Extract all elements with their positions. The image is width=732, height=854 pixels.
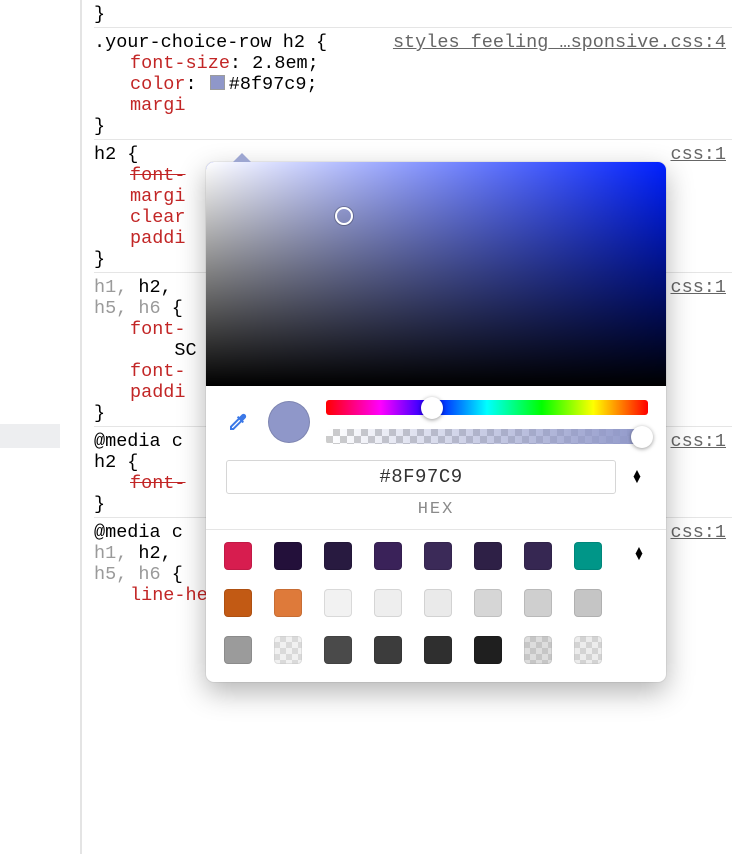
palette-swatch[interactable]	[324, 636, 352, 664]
palette-swatch[interactable]	[424, 636, 452, 664]
css-declaration[interactable]: margi	[94, 95, 732, 116]
palette-swatch[interactable]	[574, 589, 602, 617]
palette-section: ▲▼	[206, 530, 666, 682]
format-label: HEX	[206, 498, 666, 529]
alpha-slider[interactable]	[326, 429, 648, 444]
palette-swatch[interactable]	[524, 589, 552, 617]
palette-swatch[interactable]	[574, 542, 602, 570]
css-rule[interactable]: styles_feeling_…sponsive.css:4.your-choi…	[94, 27, 732, 139]
palette-swatch[interactable]	[324, 589, 352, 617]
palette-swatch[interactable]	[224, 542, 252, 570]
palette-swatch[interactable]	[424, 589, 452, 617]
palette-swatch[interactable]	[224, 636, 252, 664]
palette-swatch[interactable]	[474, 589, 502, 617]
palette-swatch[interactable]	[474, 542, 502, 570]
palette-swatch[interactable]	[274, 589, 302, 617]
palette-swatch[interactable]	[524, 542, 552, 570]
stylesheet-source-link[interactable]: css:1	[670, 144, 726, 165]
css-rule[interactable]: }	[94, 0, 732, 27]
current-color-swatch	[268, 401, 310, 443]
palette-swatch[interactable]	[374, 636, 402, 664]
stylesheet-source-link[interactable]: css:1	[670, 431, 726, 452]
palette-swatch[interactable]	[224, 589, 252, 617]
saturation-value-field[interactable]	[206, 162, 666, 386]
gutter-highlight	[0, 424, 60, 448]
color-value-row: ▲▼	[206, 450, 666, 498]
stylesheet-source-link[interactable]: styles_feeling_…sponsive.css:4	[393, 32, 726, 53]
format-switch-button[interactable]: ▲▼	[628, 471, 646, 483]
palette-swatch[interactable]	[524, 636, 552, 664]
sv-cursor[interactable]	[335, 207, 353, 225]
palette-swatch[interactable]	[424, 542, 452, 570]
hex-input[interactable]	[226, 460, 616, 494]
palette-swatch[interactable]	[474, 636, 502, 664]
palette-swatch[interactable]	[574, 636, 602, 664]
palette-swatch[interactable]	[274, 636, 302, 664]
gutter	[0, 0, 80, 608]
alpha-slider-thumb[interactable]	[631, 426, 653, 448]
palette-grid	[224, 542, 618, 664]
stylesheet-source-link[interactable]: css:1	[670, 277, 726, 298]
palette-swatch[interactable]	[374, 542, 402, 570]
hue-slider[interactable]	[326, 400, 648, 415]
css-declaration[interactable]: color: #8f97c9;	[94, 74, 732, 95]
palette-swatch[interactable]	[374, 589, 402, 617]
color-picker-popover: ▲▼ HEX ▲▼	[206, 162, 666, 682]
hue-slider-thumb[interactable]	[421, 397, 443, 419]
css-declaration[interactable]: font-size: 2.8em;	[94, 53, 732, 74]
picker-controls-row	[206, 386, 666, 450]
eyedropper-icon	[226, 410, 250, 434]
palette-switch-button[interactable]: ▲▼	[630, 542, 648, 664]
color-swatch-inline[interactable]	[210, 75, 225, 90]
stylesheet-source-link[interactable]: css:1	[670, 522, 726, 543]
palette-swatch[interactable]	[274, 542, 302, 570]
palette-swatch[interactable]	[324, 542, 352, 570]
eyedropper-button[interactable]	[224, 408, 252, 436]
